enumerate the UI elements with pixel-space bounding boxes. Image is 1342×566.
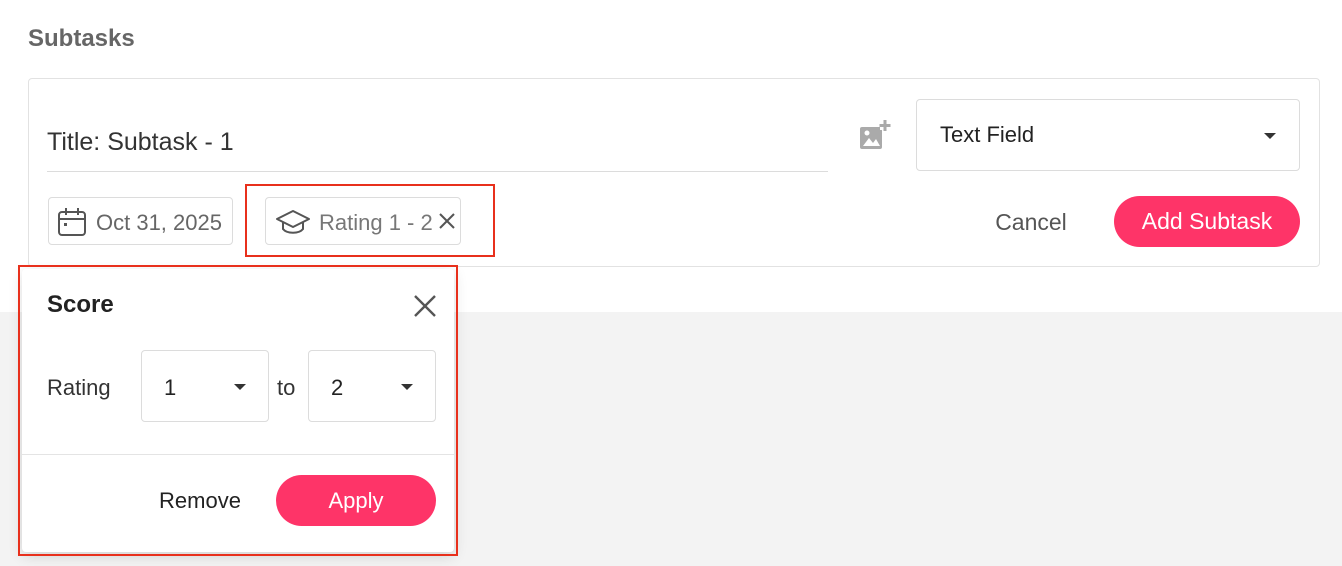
due-date-label: Oct 31, 2025 (96, 210, 222, 235)
rating-to-value: 2 (331, 375, 344, 400)
section-title: Subtasks (28, 25, 135, 52)
rating-from-select[interactable]: 1 (141, 350, 269, 422)
graduation-cap-icon (276, 210, 310, 234)
rating-to-select[interactable]: 2 (308, 350, 436, 422)
rating-chip-label: Rating 1 - 2 (319, 210, 433, 235)
chevron-down-icon (234, 384, 246, 390)
popover-title: Score (47, 291, 114, 318)
add-subtask-button[interactable]: Add Subtask (1114, 196, 1300, 247)
calendar-icon (58, 208, 86, 236)
apply-button[interactable]: Apply (276, 475, 436, 526)
add-image-icon[interactable] (856, 118, 892, 154)
rating-chip[interactable]: Rating 1 - 2 (265, 197, 461, 245)
chevron-down-icon (401, 384, 413, 390)
popover-divider (22, 454, 454, 455)
field-type-select[interactable]: Text Field (916, 99, 1300, 171)
due-date-chip[interactable]: Oct 31, 2025 (48, 197, 233, 245)
score-popover: Score Rating 1 to 2 Remove Apply (22, 269, 454, 552)
cancel-button[interactable]: Cancel (975, 201, 1087, 243)
rating-from-value: 1 (164, 375, 177, 400)
rating-label: Rating (47, 375, 111, 400)
subtask-title-input[interactable] (47, 114, 828, 172)
field-type-value: Text Field (940, 122, 1035, 147)
close-icon[interactable] (411, 292, 439, 320)
close-icon[interactable] (437, 211, 457, 231)
range-to-label: to (277, 375, 296, 400)
remove-button[interactable]: Remove (150, 481, 250, 521)
chevron-down-icon (1264, 133, 1276, 139)
